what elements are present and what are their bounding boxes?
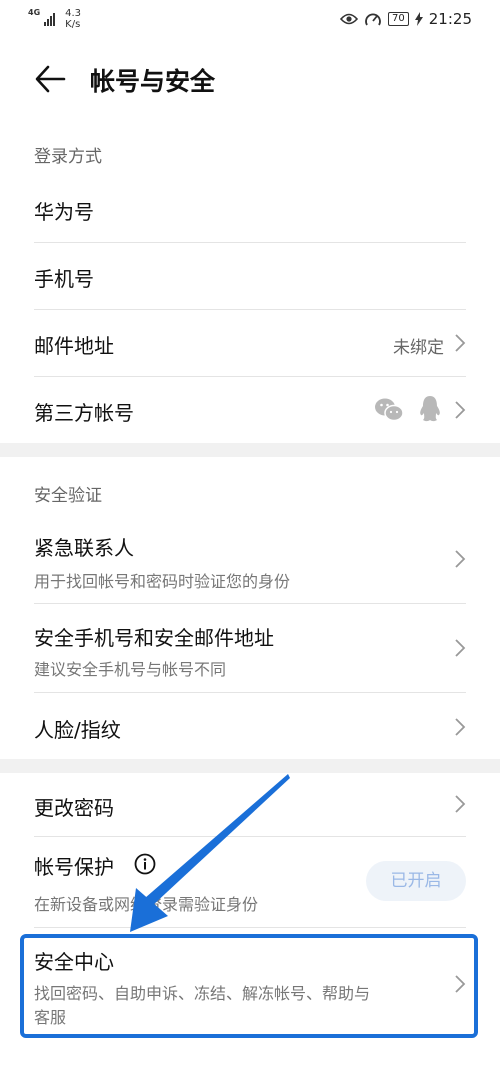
status-bar: 4G 4.3 K/s 70 21:25 bbox=[0, 0, 500, 40]
gauge-icon bbox=[365, 13, 381, 26]
email-row[interactable]: 邮件地址 未绑定 bbox=[0, 310, 500, 376]
qq-icon bbox=[420, 396, 440, 422]
chevron-right-icon bbox=[455, 795, 466, 813]
huawei-id-row[interactable]: 华为号 bbox=[0, 176, 500, 242]
emergency-contact-desc: 用于找回帐号和密码时验证您的身份 bbox=[34, 572, 291, 591]
network-type: 4G bbox=[28, 8, 41, 17]
account-protection-desc: 在新设备或网络登录需验证身份 bbox=[34, 895, 259, 914]
wechat-icon bbox=[375, 398, 404, 422]
speed-unit: K/s bbox=[65, 19, 81, 30]
chevron-right-icon bbox=[455, 718, 466, 736]
face-fingerprint-label: 人脸/指纹 bbox=[34, 718, 121, 742]
chevron-right-icon bbox=[455, 550, 466, 568]
chevron-right-icon bbox=[455, 334, 466, 352]
huawei-id-label: 华为号 bbox=[34, 200, 94, 224]
phone-label: 手机号 bbox=[34, 267, 94, 291]
highlight-box bbox=[20, 934, 478, 1038]
third-party-account-label: 第三方帐号 bbox=[34, 401, 134, 425]
charging-icon bbox=[414, 12, 423, 26]
signal-icon bbox=[44, 12, 56, 26]
login-methods-section-title: 登录方式 bbox=[34, 147, 102, 167]
emergency-contact-label: 紧急联系人 bbox=[34, 536, 134, 560]
phone-row[interactable]: 手机号 bbox=[0, 243, 500, 309]
back-arrow-icon[interactable] bbox=[34, 64, 66, 94]
secure-phone-email-label: 安全手机号和安全邮件地址 bbox=[34, 626, 274, 650]
network-speed: 4.3 K/s bbox=[65, 8, 81, 30]
emergency-contact-row[interactable]: 紧急联系人 用于找回帐号和密码时验证您的身份 bbox=[0, 516, 500, 603]
email-value: 未绑定 bbox=[393, 338, 444, 358]
change-password-row[interactable]: 更改密码 bbox=[0, 773, 500, 836]
secure-phone-email-desc: 建议安全手机号与帐号不同 bbox=[34, 660, 227, 679]
page-title: 帐号与安全 bbox=[90, 67, 216, 96]
section-gap bbox=[0, 443, 500, 457]
eye-icon bbox=[340, 13, 359, 25]
section-gap bbox=[0, 759, 500, 773]
speed-value: 4.3 bbox=[65, 8, 82, 19]
chevron-right-icon bbox=[455, 639, 466, 657]
clock: 21:25 bbox=[428, 10, 472, 28]
account-protection-label: 帐号保护 bbox=[34, 855, 114, 879]
change-password-label: 更改密码 bbox=[34, 796, 114, 820]
email-label: 邮件地址 bbox=[34, 334, 114, 358]
protection-status-badge[interactable]: 已开启 bbox=[366, 861, 466, 901]
battery-indicator: 70 bbox=[388, 12, 409, 26]
third-party-account-row[interactable]: 第三方帐号 bbox=[0, 377, 500, 443]
face-fingerprint-row[interactable]: 人脸/指纹 bbox=[0, 693, 500, 759]
network-status: 4G 4.3 K/s bbox=[28, 8, 81, 30]
divider bbox=[34, 927, 466, 928]
account-protection-row[interactable]: 帐号保护 在新设备或网络登录需验证身份 已开启 bbox=[0, 837, 500, 927]
chevron-right-icon bbox=[455, 401, 466, 419]
app-header: 帐号与安全 bbox=[0, 52, 500, 106]
status-right: 70 21:25 bbox=[340, 10, 472, 28]
info-icon[interactable] bbox=[134, 853, 156, 875]
secure-phone-email-row[interactable]: 安全手机号和安全邮件地址 建议安全手机号与帐号不同 bbox=[0, 604, 500, 692]
security-section-title: 安全验证 bbox=[34, 486, 102, 506]
